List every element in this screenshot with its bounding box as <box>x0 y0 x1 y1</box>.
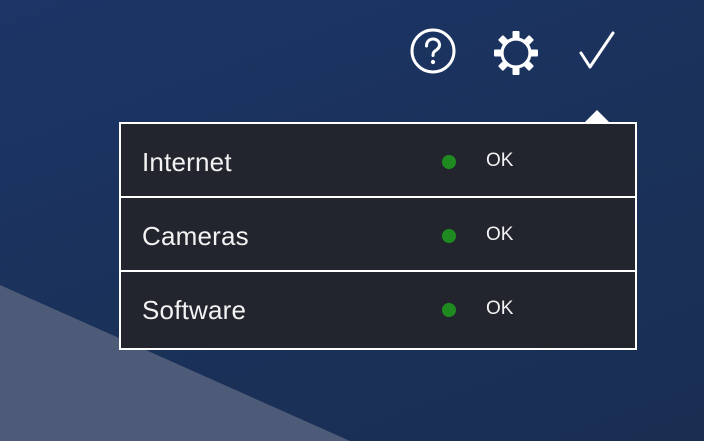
checkmark-icon <box>579 31 615 69</box>
question-circle-icon <box>410 28 456 74</box>
status-row-internet: Internet OK <box>121 124 635 198</box>
status-indicator-dot <box>442 155 456 169</box>
status-indicator-dot <box>442 229 456 243</box>
status-indicator-dot <box>442 303 456 317</box>
settings-button[interactable] <box>490 27 542 79</box>
status-label: Cameras <box>142 221 249 251</box>
status-row-software: Software OK <box>121 272 635 348</box>
help-button[interactable] <box>407 25 459 77</box>
status-value: OK <box>486 298 514 319</box>
status-value: OK <box>486 224 514 245</box>
system-status-panel: Internet OK Cameras OK Software OK <box>119 122 637 350</box>
status-row-cameras: Cameras OK <box>121 198 635 272</box>
status-label: Internet <box>142 147 232 177</box>
status-check-button[interactable] <box>571 26 623 78</box>
top-toolbar <box>0 0 704 110</box>
gear-icon <box>494 31 538 75</box>
status-label: Software <box>142 295 247 325</box>
status-value: OK <box>486 150 514 171</box>
